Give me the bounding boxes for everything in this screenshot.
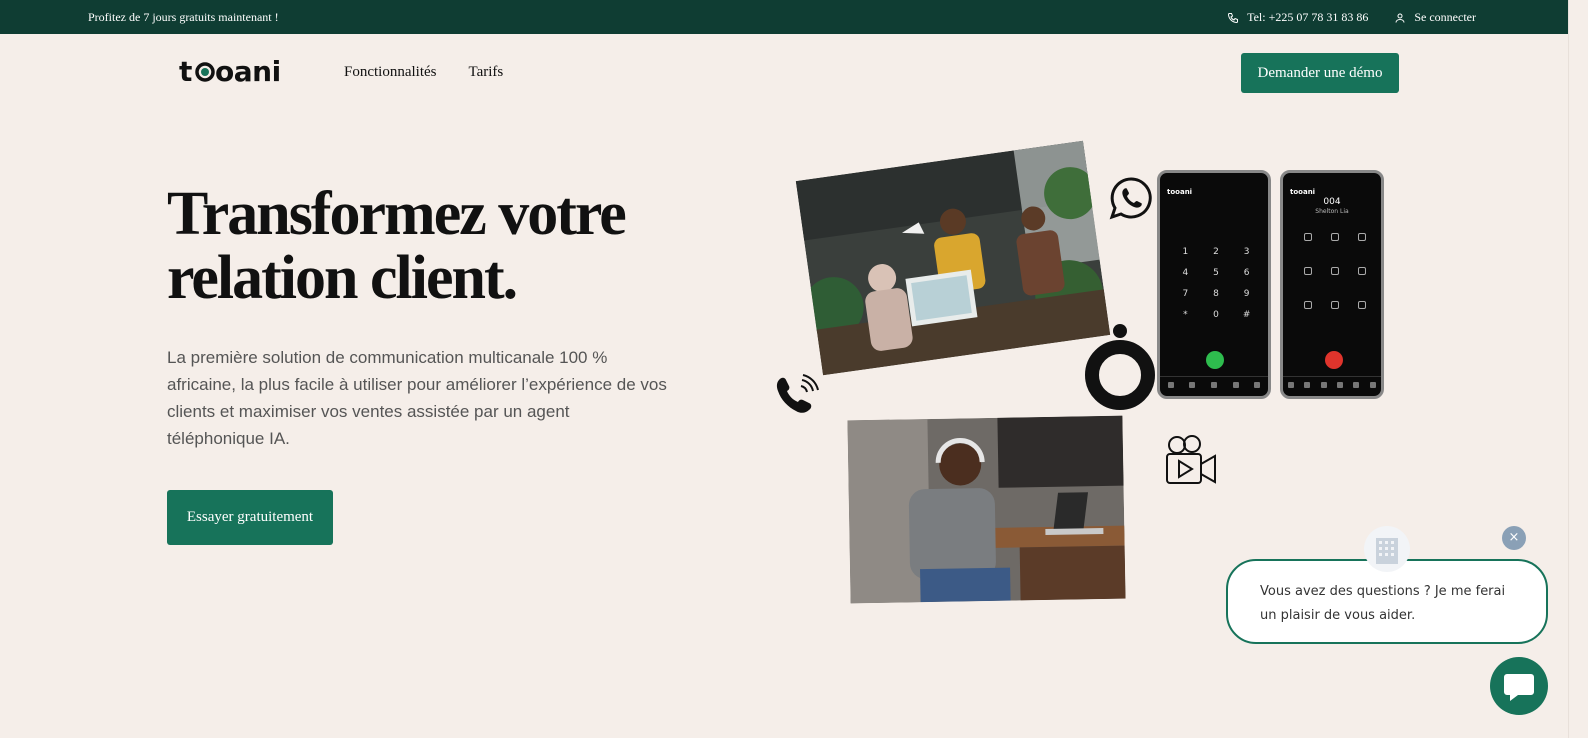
topbar-right: Tel: +225 07 78 31 83 86 Se connecter: [1227, 10, 1476, 25]
key: 3: [1243, 247, 1250, 257]
promo-topbar: Profitez de 7 jours gratuits maintenant …: [0, 0, 1568, 34]
key: 1: [1182, 247, 1189, 257]
login-link[interactable]: Se connecter: [1394, 10, 1476, 25]
login-label: Se connecter: [1414, 10, 1476, 24]
nav-item-tarifs[interactable]: Tarifs: [469, 64, 504, 81]
call-answer-icon: [1206, 351, 1224, 369]
phone-brand: tooani: [1290, 188, 1316, 196]
chat-message: Vous avez des questions ? Je me ferai un…: [1260, 584, 1506, 623]
nav-menu: Fonctionnalités Tarifs: [344, 64, 503, 81]
hero-title-line2: relation client.: [167, 244, 518, 312]
request-demo-button[interactable]: Demander une démo: [1241, 53, 1399, 93]
video-camera-icon: [1166, 435, 1216, 484]
free-trial-button[interactable]: Essayer gratuitement: [167, 490, 333, 545]
key: 7: [1182, 289, 1189, 299]
phone-number: Tel: +225 07 78 31 83 86: [1247, 10, 1369, 24]
key: #: [1242, 310, 1251, 320]
chat-close-button[interactable]: ×: [1502, 526, 1526, 550]
hero-description: La première solution de communication mu…: [167, 348, 667, 448]
chat-avatar: [1364, 526, 1410, 572]
hero-title-line1: Transformez votre: [167, 180, 627, 248]
caller-name: Shelton Lia: [1315, 208, 1349, 215]
phone-contact[interactable]: Tel: +225 07 78 31 83 86: [1227, 10, 1368, 25]
hero-title: Transformez votre relation client.: [167, 182, 727, 310]
chat-bubble-icon: [1504, 674, 1534, 701]
call-controls: [1295, 233, 1375, 309]
phone-icon: [1228, 12, 1239, 23]
key: 4: [1182, 268, 1189, 278]
key: 0: [1213, 310, 1219, 320]
user-icon: [1395, 13, 1405, 23]
key: 8: [1213, 289, 1219, 299]
promo-text: Profitez de 7 jours gratuits maintenant …: [88, 10, 279, 24]
phone-mockup-keypad: tooani 1 2 3 4 5 6 7 8 9 * 0 #: [1157, 170, 1271, 399]
call-hangup-icon: [1325, 351, 1343, 369]
phone-brand: tooani: [1167, 188, 1193, 196]
tooani-mark-icon: [1085, 324, 1155, 410]
key: 2: [1213, 247, 1219, 257]
whatsapp-icon: [1109, 177, 1152, 220]
phone-keypad: 1 2 3 4 5 6 7 8 9 * 0 #: [1170, 247, 1262, 320]
call-number: 004: [1323, 197, 1341, 207]
phone-mockup-incall: tooani 004 Shelton Lia: [1280, 170, 1384, 399]
man-headphones-photo: [847, 415, 1126, 604]
svg-text:oani: oani: [215, 55, 281, 88]
svg-text:t: t: [179, 55, 192, 88]
key: 9: [1243, 289, 1250, 299]
building-icon: [1376, 538, 1398, 564]
page-scrollbar[interactable]: [1568, 0, 1588, 738]
team-meeting-photo: [795, 140, 1111, 376]
chat-launcher-button[interactable]: [1490, 657, 1548, 715]
key: 5: [1213, 268, 1219, 278]
tooani-logo[interactable]: t oani: [179, 54, 293, 88]
nav-item-fonctionnalites[interactable]: Fonctionnalités: [344, 64, 437, 81]
phone-tabbar: [1283, 376, 1381, 392]
key: 6: [1243, 268, 1250, 278]
phone-ringing-icon: [776, 374, 819, 413]
phone-tabbar: [1160, 376, 1268, 392]
key: *: [1183, 310, 1188, 320]
